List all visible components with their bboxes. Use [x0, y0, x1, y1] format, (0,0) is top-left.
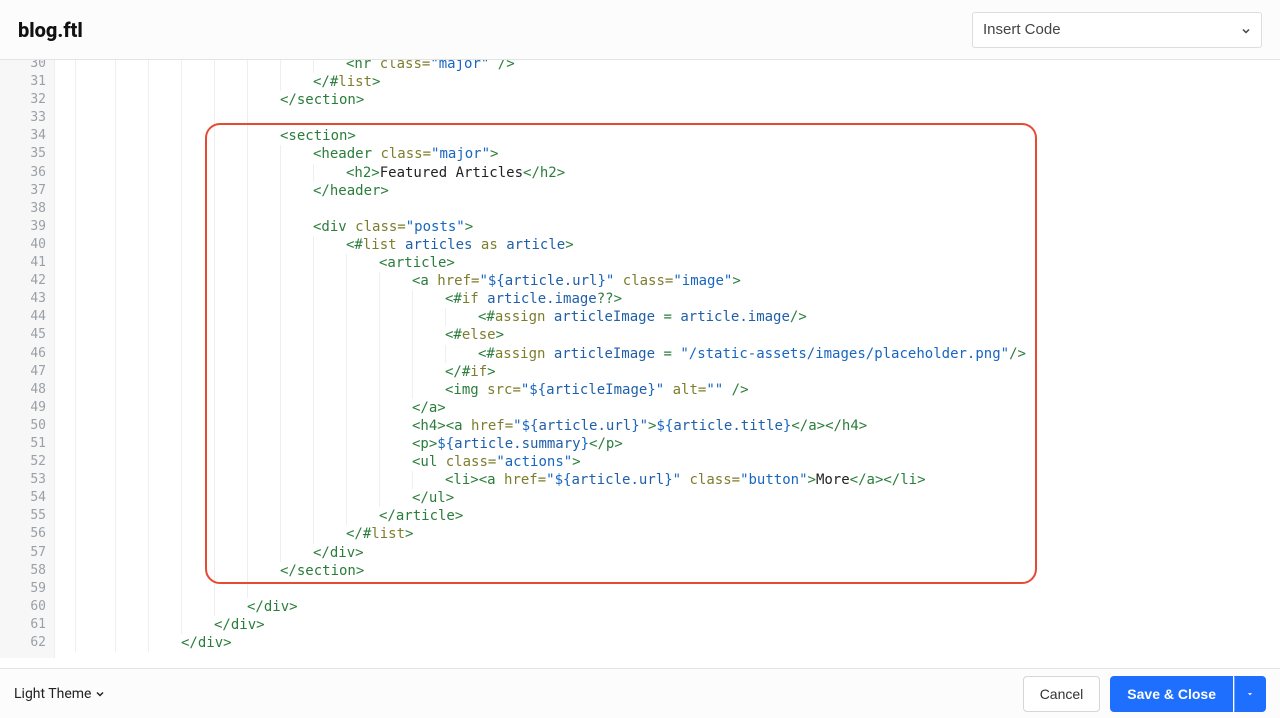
code-line[interactable]: <p>${article.summary}</p> [55, 435, 1280, 453]
editor-toolbar: blog.ftl Insert Code [0, 0, 1280, 60]
code-line[interactable]: <img src="${articleImage}" alt="" /> [55, 381, 1280, 399]
code-line[interactable]: <#if article.image??> [55, 290, 1280, 308]
code-line[interactable]: </article> [55, 507, 1280, 525]
code-line[interactable]: </header> [55, 182, 1280, 200]
code-line[interactable]: </section> [55, 91, 1280, 109]
code-line[interactable]: <#assign articleImage = "/static-assets/… [55, 345, 1280, 363]
code-line[interactable]: </ul> [55, 489, 1280, 507]
insert-code-select[interactable]: Insert Code [972, 12, 1262, 48]
code-line[interactable]: <section> [55, 127, 1280, 145]
code-line[interactable]: <li><a href="${article.url}" class="butt… [55, 471, 1280, 489]
code-line[interactable]: </div> [55, 616, 1280, 634]
code-content[interactable]: <hr class="major" /></#list></section><s… [55, 60, 1280, 658]
footer-actions: Cancel Save & Close [1023, 676, 1266, 712]
code-line[interactable]: <#assign articleImage = article.image/> [55, 308, 1280, 326]
code-line[interactable]: <header class="major"> [55, 145, 1280, 163]
code-line[interactable]: </#list> [55, 73, 1280, 91]
code-line[interactable] [55, 580, 1280, 598]
code-line[interactable]: <#list articles as article> [55, 236, 1280, 254]
code-line[interactable] [55, 200, 1280, 218]
code-line[interactable]: <#else> [55, 326, 1280, 344]
file-title: blog.ftl [18, 18, 83, 42]
caret-down-icon [1245, 689, 1255, 699]
code-line[interactable]: <div class="posts"> [55, 218, 1280, 236]
code-line[interactable]: <hr class="major" /> [55, 60, 1280, 73]
code-line[interactable]: <h4><a href="${article.url}">${article.t… [55, 417, 1280, 435]
chevron-down-icon [94, 688, 106, 700]
theme-label: Light Theme [14, 686, 92, 702]
save-and-close-button[interactable]: Save & Close [1110, 676, 1233, 712]
code-line[interactable]: </a> [55, 399, 1280, 417]
editor-footer: Light Theme Cancel Save & Close [0, 668, 1280, 718]
code-line[interactable]: </#list> [55, 525, 1280, 543]
code-line[interactable]: </div> [55, 598, 1280, 616]
code-line[interactable]: <ul class="actions"> [55, 453, 1280, 471]
code-line[interactable]: </div> [55, 544, 1280, 562]
code-line[interactable]: <a href="${article.url}" class="image"> [55, 272, 1280, 290]
theme-select[interactable]: Light Theme [14, 686, 106, 702]
code-line[interactable]: </section> [55, 562, 1280, 580]
save-options-dropdown[interactable] [1234, 676, 1266, 712]
code-line[interactable]: </#if> [55, 363, 1280, 381]
code-line[interactable]: <article> [55, 254, 1280, 272]
code-editor[interactable]: 3031323334353637383940414243444546474849… [0, 60, 1280, 658]
code-line[interactable]: <h2>Featured Articles</h2> [55, 164, 1280, 182]
code-line[interactable]: </div> [55, 634, 1280, 652]
cancel-button[interactable]: Cancel [1023, 676, 1101, 712]
code-line[interactable] [55, 109, 1280, 127]
insert-code-dropdown[interactable]: Insert Code [972, 12, 1262, 48]
line-number-gutter: 3031323334353637383940414243444546474849… [0, 60, 55, 658]
